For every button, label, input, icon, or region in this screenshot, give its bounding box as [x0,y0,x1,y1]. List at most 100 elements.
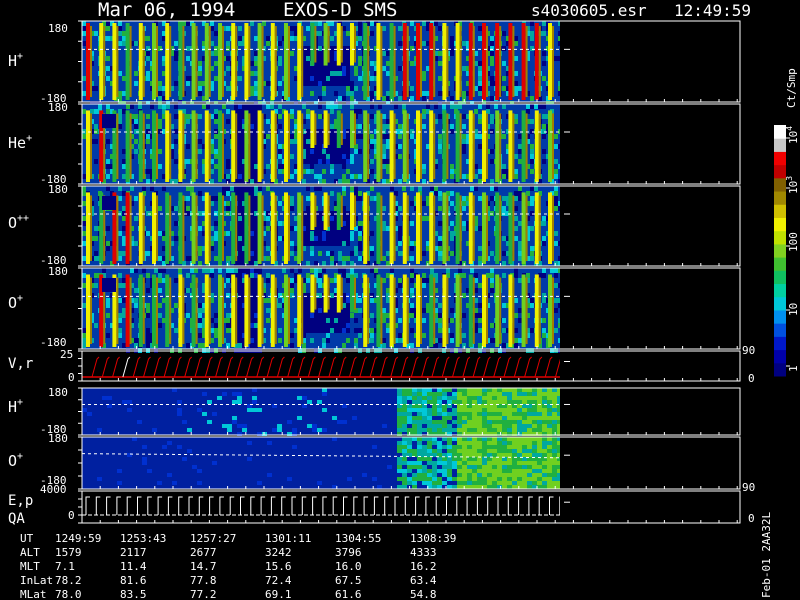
pitch-cell [267,441,272,445]
spectrogram-stripe [482,110,486,182]
pitch-cell [557,441,560,445]
pitch-cell [532,473,537,477]
spectrogram-cell [322,268,326,273]
pitch-cell [552,392,557,396]
spectrogram-cell [306,323,310,328]
spectrogram-cell [330,308,334,313]
spectrogram-stripe-shadow [116,26,119,97]
spectrogram-cell [542,221,546,226]
spectrogram-cell [310,164,314,169]
spectrogram-cell [342,154,346,159]
spectrogram-cell [94,109,98,114]
pitch-cell [492,424,497,428]
spectrogram-stripe-shadow [472,26,475,97]
spectrogram-cell [310,81,314,86]
spectrogram-cell [226,268,230,273]
pitch-cell [427,457,432,461]
spectrogram-cell [338,318,342,323]
spectrogram-cell [398,231,402,236]
ep-sweep-mark [497,496,502,515]
spectrogram-cell [354,174,358,179]
vr-sweep-mark [534,356,543,378]
pitch-cell [452,428,457,432]
spectrogram-stripe [495,192,500,264]
ephem-label-alt: ALT [20,546,40,559]
spectrogram-stripe-shadow [459,195,462,261]
spectrogram-cell [490,283,494,288]
pitch-cell [472,412,477,416]
spectrogram-cell [158,81,162,86]
spectrogram-cell [438,318,442,323]
pitch-cell [547,424,552,428]
spectrogram-cell [310,323,314,328]
spectrogram-cell [146,124,150,129]
spectrogram-cell [186,196,190,201]
spectrogram-cell [94,139,98,144]
spectrogram-cell [106,159,110,164]
spectrogram-stripe [86,110,90,182]
op2-ymax-label: 180 [48,432,68,445]
spectrogram-cell [266,134,270,139]
pitch-cell [297,416,302,420]
spectrogram-stripe-shadow [90,26,92,97]
spectrogram-stripe-shadow [327,26,330,63]
pitch-cell [507,485,512,489]
pitch-cell [527,408,532,412]
spectrogram-cell [238,256,242,261]
spectrogram-stripe [495,110,500,182]
pitch-cell [527,424,532,428]
pitch-cell [487,485,492,489]
spectrogram-cell [314,149,318,154]
pitch-cell [432,441,437,445]
spectrogram-stripe [429,274,434,347]
spectrogram-stripe [442,192,447,264]
pitch-cell [422,449,427,453]
spectrogram-cell [94,236,98,241]
spectrogram-cell [338,328,342,333]
spectrogram-cell [214,46,218,51]
ephem-ut-0: 1249:59 [55,532,101,545]
pitch-cell [437,400,442,404]
spectrogram-cell [82,109,86,114]
pitch-cell [487,453,492,457]
spectrogram-cell [530,256,534,261]
spectrogram-cell [518,246,522,251]
exos-d-sms-plot: Mar 06, 1994 EXOS-D SMS s4030605.esr 12:… [0,0,800,600]
pitch-cell [497,469,502,473]
spectrogram-cell [122,149,126,154]
spectrogram-cell [462,66,466,71]
pitch-cell [532,465,537,469]
spectrogram-cell [146,139,150,144]
spectrogram-cell [530,149,534,154]
pitch-cell [477,400,482,404]
spectrogram-stripe-shadow [525,195,528,261]
spectrogram-cell [158,86,162,91]
spectrogram-cell [410,61,414,66]
pitch-cell [512,416,517,420]
svg-text:He+: He+ [8,133,32,152]
ephem-mlt-5: 16.2 [410,560,437,573]
pitch-cell [397,396,402,400]
spectrogram-cell [450,318,454,323]
ephem-mlt-1: 11.4 [120,560,147,573]
spectrogram-cell [322,91,326,96]
spectrogram-cell [254,119,258,124]
spectrogram-cell [386,91,390,96]
spectrogram-cell [478,91,482,96]
spectrogram-cell [346,139,350,144]
pitch-cell [507,412,512,416]
spectrogram-cell [186,114,190,119]
pitch-cell [552,396,557,400]
spectrogram-cell [134,71,138,76]
pitch-cell [177,400,182,404]
pitch-cell [517,461,522,465]
pitch-cell [472,445,477,449]
spectrogram-cell [330,134,334,139]
pitch-cell [502,408,507,412]
pitch-cell [422,469,427,473]
pitch-cell [507,465,512,469]
pitch-cell [442,424,447,428]
spectrogram-cell [254,216,258,221]
spectrogram-cell [478,261,482,266]
spectrogram-stripe [548,23,552,100]
